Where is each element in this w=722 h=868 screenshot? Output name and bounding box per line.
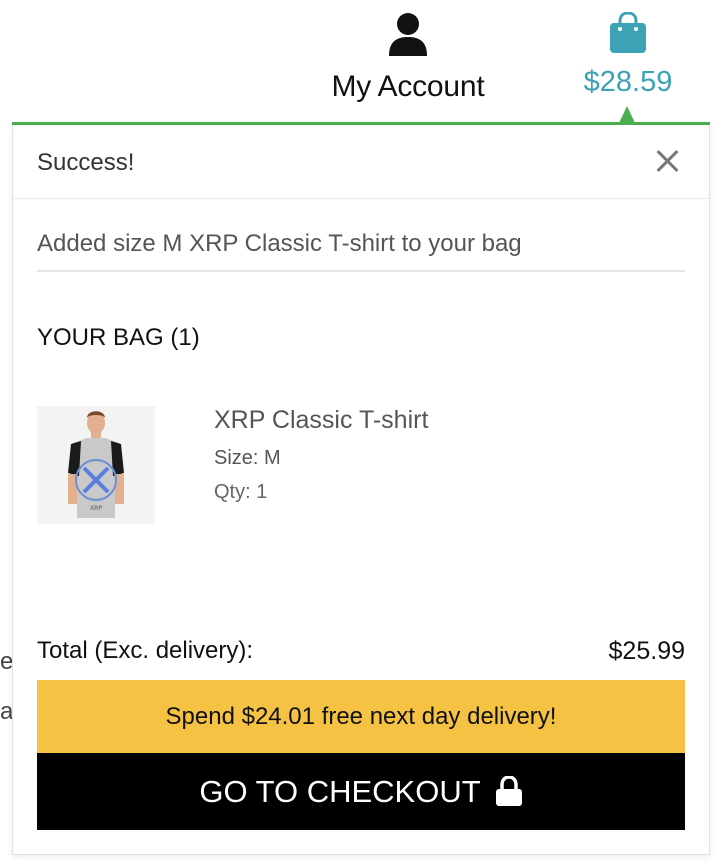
bag-item: XRP XRP Classic T-shirt Size: M Qty: 1 [37,406,687,524]
lock-icon [495,776,522,806]
product-thumbnail[interactable]: XRP [37,406,155,524]
mini-cart-panel: Success! Added size M XRP Classic T-shir… [12,125,710,855]
total-row: Total (Exc. delivery): $25.99 [37,637,685,669]
user-icon [389,13,427,56]
close-icon[interactable] [653,147,683,177]
item-name[interactable]: XRP Classic T-shirt [214,406,428,435]
checkout-button[interactable]: GO TO CHECKOUT [37,753,685,830]
cart-total: $28.59 [583,66,673,98]
success-message: Success! [37,149,135,176]
my-account-link[interactable]: My Account [318,12,498,104]
checkout-label: GO TO CHECKOUT [199,774,481,809]
bag-title: YOUR BAG (1) [37,324,200,351]
total-value: $25.99 [608,637,685,665]
item-size: Size: M [214,447,281,469]
shopping-bag-icon [610,12,646,53]
site-header: My Account $28.59 [0,0,722,124]
item-qty: Qty: 1 [214,481,268,503]
added-to-bag-message: Added size M XRP Classic T-shirt to your… [37,230,685,272]
mini-cart-header: Success! [13,125,709,199]
cart-link[interactable]: $28.59 [572,12,684,99]
dropdown-caret [619,106,635,123]
my-account-label: My Account [331,70,485,103]
svg-text:XRP: XRP [90,505,102,512]
delivery-promo-banner: Spend $24.01 free next day delivery! [37,680,685,753]
total-label: Total (Exc. delivery): [37,637,254,664]
